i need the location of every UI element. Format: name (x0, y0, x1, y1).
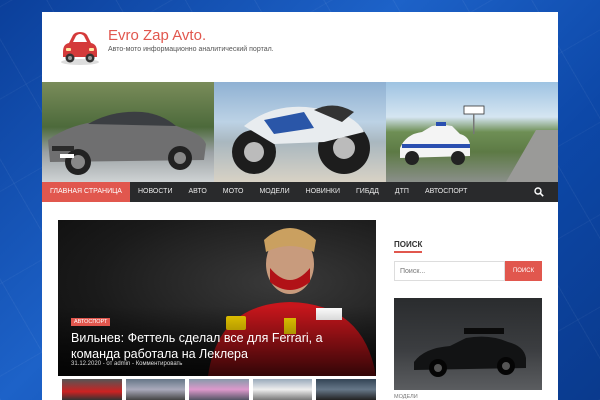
search-input[interactable] (394, 261, 505, 281)
nav-item-home[interactable]: ГЛАВНАЯ СТРАНИЦА (42, 182, 130, 202)
author-prefix: от (106, 361, 113, 367)
sidebar-caption[interactable]: МОДЕЛИ (394, 394, 418, 400)
search-widget-title: ПОИСК (394, 240, 423, 249)
featured-title[interactable]: Вильнев: Феттель сделал все для Ferrari,… (71, 330, 366, 362)
featured-post[interactable]: АВТОСПОРТ Вильнев: Феттель сделал все дл… (58, 220, 376, 376)
site-title[interactable]: Evro Zap Avto. (108, 27, 206, 44)
thumbnail-strip (62, 379, 376, 400)
banner-police-car-image (386, 82, 558, 182)
page-container: Evro Zap Avto. Авто-мото информационно а… (42, 12, 558, 400)
main-navigation: ГЛАВНАЯ СТРАНИЦА НОВОСТИ АВТО МОТО МОДЕЛ… (42, 182, 558, 202)
site-header: Evro Zap Avto. Авто-мото информационно а… (42, 12, 558, 82)
nav-item-moto[interactable]: МОТО (215, 182, 252, 202)
title-underline (394, 251, 422, 253)
nav-item-news[interactable]: НОВОСТИ (130, 182, 181, 202)
thumbnail[interactable] (252, 379, 313, 400)
category-badge[interactable]: АВТОСПОРТ (71, 318, 111, 326)
car-logo-icon[interactable] (59, 26, 101, 66)
post-author[interactable]: admin (114, 361, 130, 367)
thumbnail[interactable] (62, 379, 122, 400)
nav-item-dtp[interactable]: ДТП (387, 182, 417, 202)
header-banner (42, 82, 558, 182)
sidebar-image[interactable] (394, 298, 542, 390)
search-icon[interactable] (534, 187, 544, 197)
nav-item-auto[interactable]: АВТО (180, 182, 214, 202)
nav-item-autosport[interactable]: АВТОСПОРТ (417, 182, 475, 202)
thumbnail[interactable] (125, 379, 186, 400)
post-meta: 31.12.2020 - от admin - Комментировать (71, 361, 182, 367)
search-button[interactable]: ПОИСК (505, 261, 542, 281)
site-description: Авто-мото информационно аналитический по… (108, 46, 274, 53)
thumbnail[interactable] (316, 379, 376, 400)
nav-item-models[interactable]: МОДЕЛИ (251, 182, 297, 202)
comments-link[interactable]: Комментировать (136, 361, 183, 367)
nav-item-new[interactable]: НОВИНКИ (298, 182, 348, 202)
banner-car-image (42, 82, 214, 182)
banner-motorcycle-image (214, 82, 386, 182)
nav-item-gibdd[interactable]: ГИБДД (348, 182, 387, 202)
thumbnail[interactable] (189, 379, 249, 400)
post-date[interactable]: 31.12.2020 (71, 361, 101, 367)
